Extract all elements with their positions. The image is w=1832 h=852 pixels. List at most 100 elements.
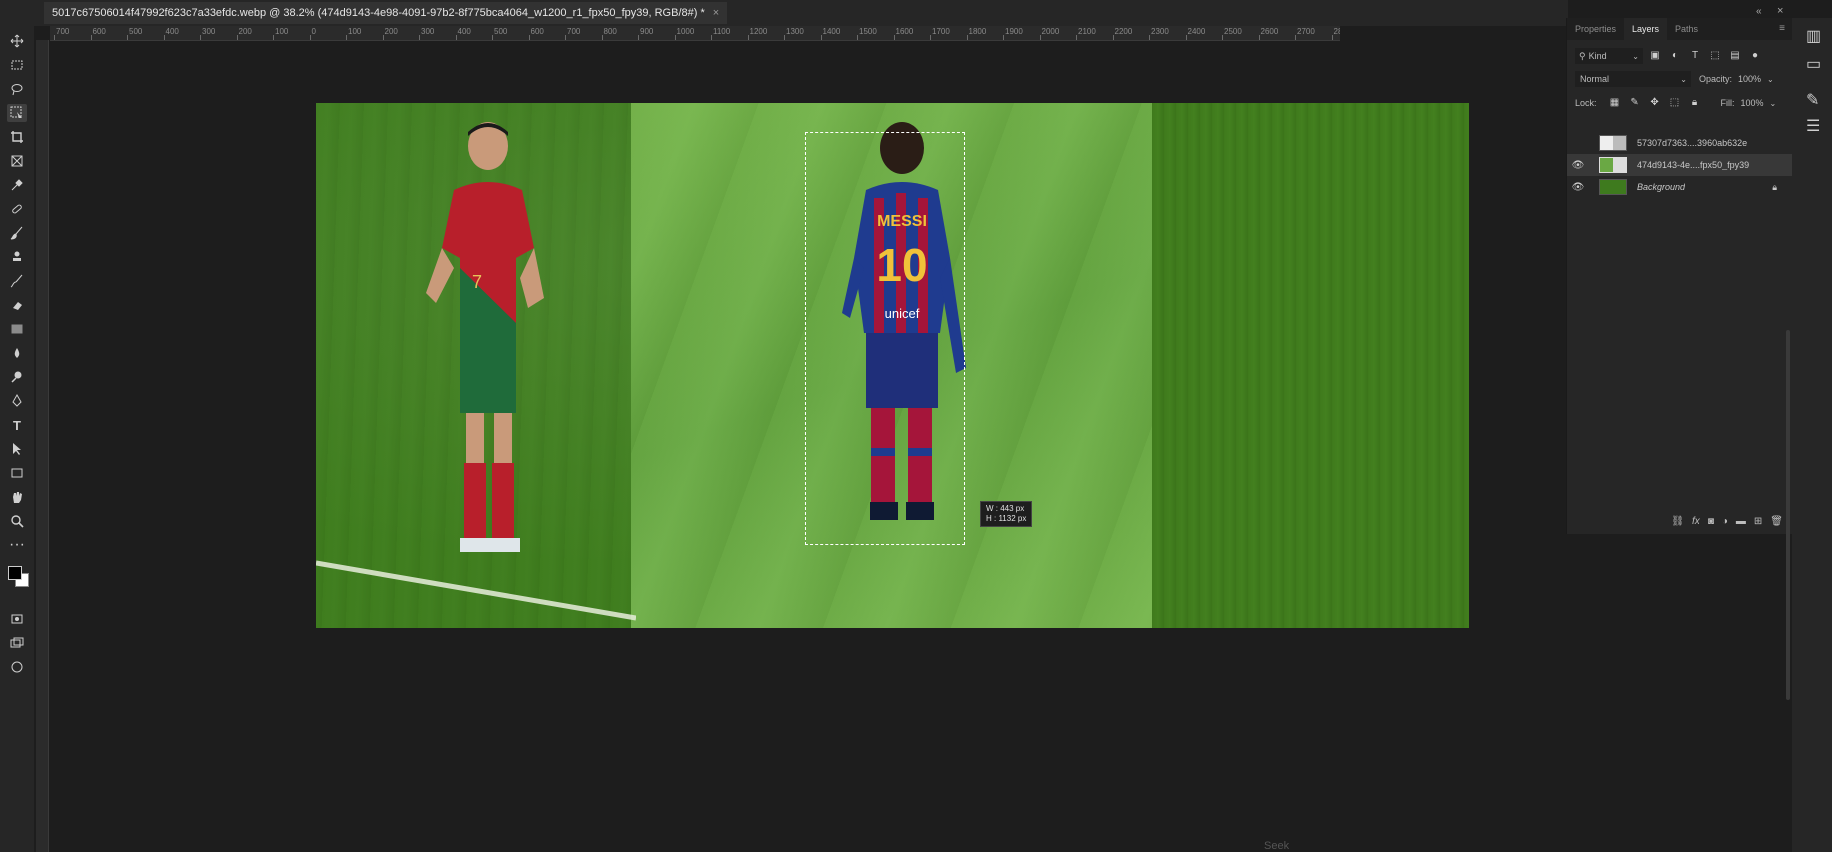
- close-panel-icon[interactable]: ×: [1777, 5, 1783, 17]
- foreground-color-swatch[interactable]: [8, 566, 22, 580]
- move-tool-icon[interactable]: [7, 32, 27, 50]
- eraser-tool-icon[interactable]: [7, 296, 27, 314]
- panel-menu-icon[interactable]: ≡: [1779, 18, 1793, 40]
- adjustments-icon[interactable]: ☰: [1806, 116, 1820, 135]
- ruler-tick: [638, 35, 639, 40]
- brush-settings-icon[interactable]: ✎: [1806, 90, 1820, 109]
- dodge-tool-icon[interactable]: [7, 368, 27, 386]
- ruler-tick: [820, 35, 822, 40]
- ruler-label: 600: [530, 27, 544, 36]
- layer-name: 474d9143-4e....fpx50_fpy39: [1637, 160, 1750, 170]
- shape-filter-icon[interactable]: ⬚: [1707, 49, 1723, 63]
- crop-tool-icon[interactable]: [7, 128, 27, 146]
- ruler-label: 1000: [676, 27, 695, 36]
- chevron-down-icon[interactable]: ⌄: [1767, 75, 1774, 84]
- lock-artboard-icon[interactable]: ⬚: [1667, 96, 1683, 110]
- screen-mode-icon[interactable]: [7, 634, 27, 652]
- layer-row[interactable]: 👁︎ Background 🔒︎: [1567, 176, 1793, 198]
- hand-tool-icon[interactable]: [7, 488, 27, 506]
- zoom-tool-icon[interactable]: [7, 512, 27, 530]
- pixel-filter-icon[interactable]: ▣: [1647, 49, 1663, 63]
- filter-toggle-icon[interactable]: ●: [1747, 49, 1763, 63]
- ruler-label: 200: [384, 27, 398, 36]
- ruler-label: 600: [92, 27, 106, 36]
- fx-icon[interactable]: fx: [1692, 516, 1700, 527]
- blend-mode-select[interactable]: Normal ⌄: [1575, 71, 1691, 87]
- kind-filter-select[interactable]: ⚲ Kind ⌄: [1575, 48, 1643, 64]
- healing-tool-icon[interactable]: [7, 200, 27, 218]
- tab-layers[interactable]: Layers: [1624, 18, 1668, 40]
- ruler-label: 1700: [932, 27, 950, 36]
- libraries-icon[interactable]: ▥: [1806, 26, 1821, 45]
- ruler-tick: [784, 35, 785, 40]
- tools-panel: T ···: [0, 26, 34, 852]
- fill-field[interactable]: 100%: [1741, 98, 1764, 108]
- ruler-tick: [1295, 35, 1296, 40]
- layer-row-selected[interactable]: 👁︎ 474d9143-4e....fpx50_fpy39: [1567, 154, 1793, 176]
- ruler-label: 1500: [859, 27, 877, 36]
- ruler-label: 1300: [786, 27, 804, 36]
- eye-icon[interactable]: 👁︎: [1567, 182, 1589, 193]
- document-tab-bar: 5017c67506014f47992f623c7a33efdc.webp @ …: [0, 0, 1568, 26]
- ruler-label: 2600: [1260, 27, 1279, 36]
- trash-icon[interactable]: 🗑︎: [1770, 516, 1783, 527]
- rectangle-tool-icon[interactable]: [7, 464, 27, 482]
- edit-toolbar-icon[interactable]: [7, 658, 27, 676]
- panel-tabs: Properties Layers Paths ≡: [1567, 18, 1793, 40]
- document-tab-title: 5017c67506014f47992f623c7a33efdc.webp @ …: [52, 7, 705, 19]
- ruler-label: 400: [457, 27, 471, 36]
- folder-icon[interactable]: ▬: [1736, 516, 1746, 527]
- smart-object-filter-icon[interactable]: ▤: [1727, 49, 1743, 63]
- ruler-label: 2800: [1333, 27, 1341, 36]
- opacity-field[interactable]: 100%: [1738, 74, 1761, 84]
- marquee-tool-icon[interactable]: [7, 56, 27, 74]
- lock-all-icon[interactable]: 🔒︎: [1687, 96, 1703, 110]
- layers-panel: Properties Layers Paths ≡ ⚲ Kind ⌄ ▣ ◐ T…: [1566, 18, 1793, 534]
- selection-marquee[interactable]: [805, 132, 965, 545]
- frame-tool-icon[interactable]: [7, 152, 27, 170]
- more-tools-icon[interactable]: ···: [7, 536, 27, 554]
- layer-filter-row: ⚲ Kind ⌄ ▣ ◐ T ⬚ ▤ ●: [1567, 46, 1793, 66]
- lock-fill-row: Lock: ▦ ✎ ✥ ⬚ 🔒︎ Fill: 100% ⌄: [1567, 94, 1793, 112]
- stamp-tool-icon[interactable]: [7, 248, 27, 266]
- ruler-label: 0: [311, 27, 316, 36]
- blur-tool-icon[interactable]: [7, 344, 27, 362]
- seek-label: Seek: [1264, 840, 1290, 852]
- comments-icon[interactable]: ▭: [1806, 54, 1821, 73]
- collapse-panels-icon[interactable]: «: [1756, 6, 1762, 17]
- object-select-tool-icon[interactable]: [7, 104, 27, 122]
- eye-icon[interactable]: 👁︎: [1567, 160, 1589, 171]
- mask-icon[interactable]: ◙: [1708, 516, 1714, 527]
- type-filter-icon[interactable]: T: [1687, 49, 1703, 63]
- tab-paths[interactable]: Paths: [1667, 18, 1706, 40]
- adjustment-filter-icon[interactable]: ◐: [1667, 49, 1683, 63]
- lock-transparent-icon[interactable]: ▦: [1607, 96, 1623, 110]
- ruler-tick: [54, 35, 55, 40]
- quick-mask-icon[interactable]: [7, 610, 27, 628]
- new-layer-icon[interactable]: ⊞: [1754, 516, 1762, 527]
- ruler-tick: [455, 35, 457, 40]
- ruler-tick: [1185, 35, 1187, 40]
- close-tab-icon[interactable]: ×: [713, 2, 719, 24]
- lasso-tool-icon[interactable]: [7, 80, 27, 98]
- pen-tool-icon[interactable]: [7, 392, 27, 410]
- document-tab[interactable]: 5017c67506014f47992f623c7a33efdc.webp @ …: [44, 2, 728, 24]
- vertical-scrollbar[interactable]: [1786, 330, 1790, 700]
- chevron-down-icon[interactable]: ⌄: [1770, 99, 1777, 108]
- layer-row[interactable]: 57307d7363....3960ab632e: [1567, 132, 1793, 154]
- lock-pixels-icon[interactable]: ✎: [1627, 96, 1643, 110]
- tab-properties[interactable]: Properties: [1567, 18, 1624, 40]
- right-icon-strip: ▥ ▭ ✎ ☰: [1792, 18, 1832, 852]
- link-icon[interactable]: ⛓: [1671, 516, 1684, 527]
- eyedropper-tool-icon[interactable]: [7, 176, 27, 194]
- lock-position-icon[interactable]: ✥: [1647, 96, 1663, 110]
- history-brush-tool-icon[interactable]: [7, 272, 27, 290]
- ruler-label: 300: [421, 27, 435, 36]
- brush-tool-icon[interactable]: [7, 224, 27, 242]
- ruler-tick: [1149, 35, 1150, 40]
- gradient-tool-icon[interactable]: [7, 320, 27, 338]
- adjustment-icon[interactable]: ◑: [1722, 516, 1728, 527]
- text-tool-icon[interactable]: T: [7, 416, 27, 434]
- layer-name: Background: [1637, 182, 1686, 192]
- path-select-tool-icon[interactable]: [7, 440, 27, 458]
